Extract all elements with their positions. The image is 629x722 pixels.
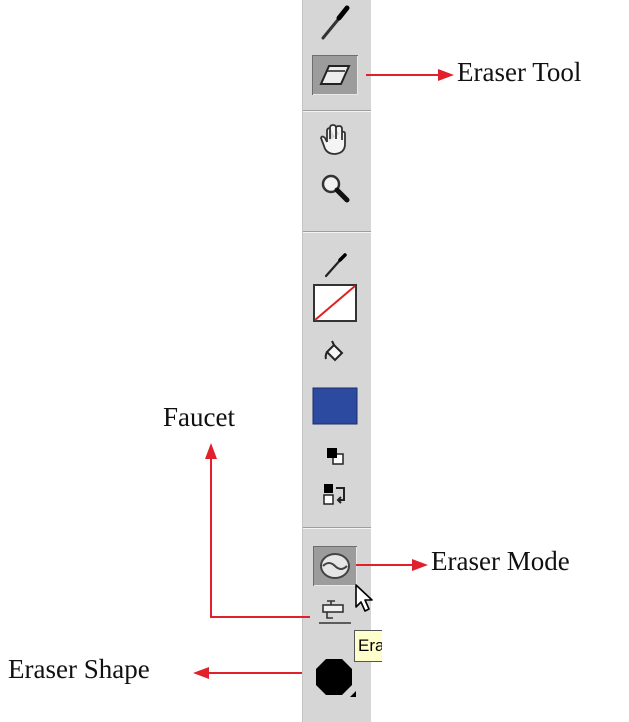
eraser-mode-label: Eraser Mode — [431, 546, 570, 576]
eraser-shape-label: Eraser Shape — [8, 654, 150, 684]
faucet-arrowhead — [205, 443, 217, 459]
faucet-arrow — [210, 458, 310, 618]
eraser-shape-arrowhead — [193, 667, 209, 679]
eraser-tool-label: Eraser Tool — [457, 57, 582, 87]
faucet-label: Faucet — [163, 402, 235, 432]
callout-arrows — [193, 69, 454, 679]
eraser-mode-arrowhead — [412, 559, 428, 571]
eraser-tool-arrowhead — [438, 69, 454, 81]
